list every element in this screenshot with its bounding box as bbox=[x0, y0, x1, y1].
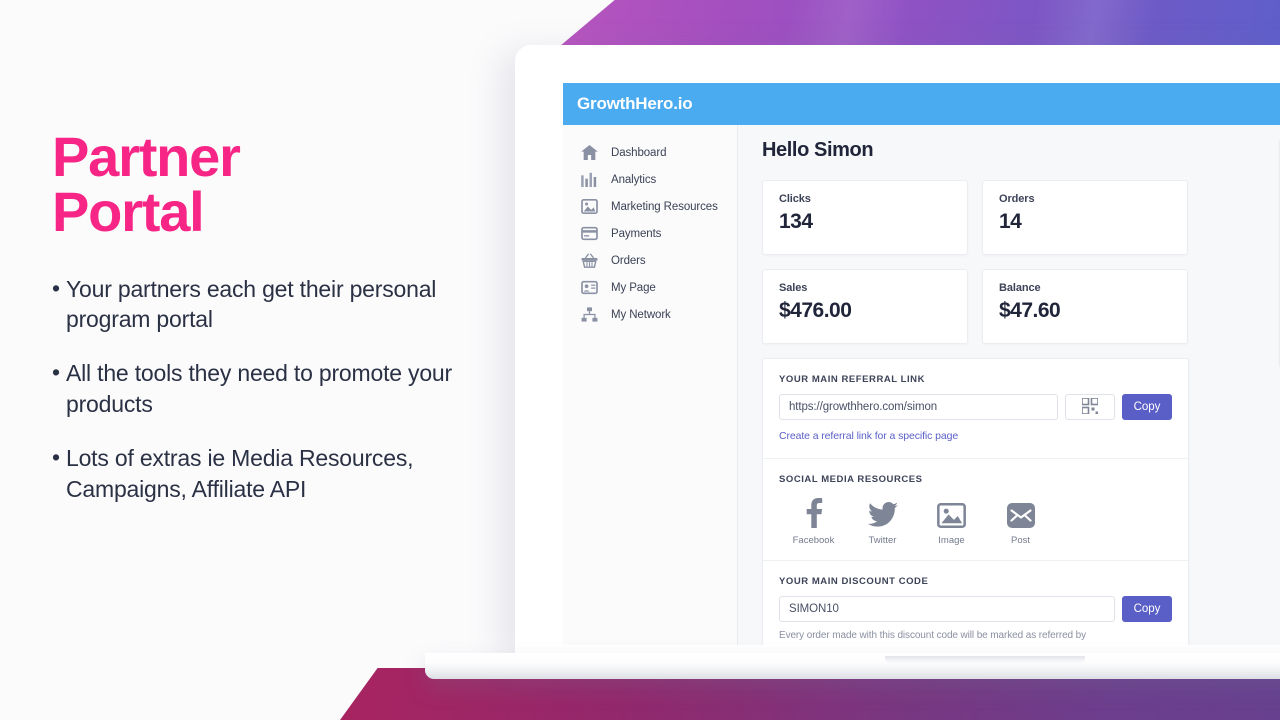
page-title-line2: Portal bbox=[52, 180, 204, 243]
social-item-post[interactable]: Post bbox=[986, 494, 1055, 546]
stat-value: 14 bbox=[999, 210, 1187, 234]
greeting-heading: Hello Simon bbox=[762, 139, 1265, 162]
list-item: Your partners each get their personal pr… bbox=[52, 274, 492, 335]
sidebar: Dashboard Analytics Marketing Resources bbox=[563, 125, 738, 645]
social-media-section: SOCIAL MEDIA RESOURCES Facebook bbox=[763, 459, 1188, 561]
credit-card-icon bbox=[578, 225, 600, 243]
social-item-facebook[interactable]: Facebook bbox=[779, 494, 848, 546]
social-icon-row: Facebook Twitter bbox=[779, 494, 1172, 546]
create-specific-page-link[interactable]: Create a referral link for a specific pa… bbox=[779, 430, 958, 442]
marketing-copy: Partner Portal Your partners each get th… bbox=[52, 130, 492, 528]
referral-link-input[interactable] bbox=[779, 394, 1058, 420]
sidebar-item-label: Orders bbox=[611, 255, 646, 267]
stat-value: $47.60 bbox=[999, 299, 1187, 323]
stat-label: Clicks bbox=[779, 193, 967, 205]
section-title: YOUR MAIN REFERRAL LINK bbox=[779, 374, 1172, 385]
stat-card-clicks: Clicks 134 bbox=[762, 180, 968, 255]
section-title: SOCIAL MEDIA RESOURCES bbox=[779, 474, 1172, 485]
bar-chart-icon bbox=[578, 171, 600, 189]
list-item: All the tools they need to promote your … bbox=[52, 358, 492, 419]
social-item-label: Image bbox=[917, 535, 986, 546]
sidebar-item-label: My Network bbox=[611, 309, 671, 321]
top-gradient-sheen bbox=[560, 0, 1280, 46]
stat-value: $476.00 bbox=[779, 299, 967, 323]
sidebar-item-analytics[interactable]: Analytics bbox=[563, 166, 737, 193]
stat-label: Orders bbox=[999, 193, 1187, 205]
stat-card-balance: Balance $47.60 bbox=[982, 269, 1188, 344]
social-item-label: Facebook bbox=[779, 535, 848, 546]
stat-card-sales: Sales $476.00 bbox=[762, 269, 968, 344]
social-item-label: Post bbox=[986, 535, 1055, 546]
laptop-base bbox=[425, 653, 1280, 679]
stat-card-orders: Orders 14 bbox=[982, 180, 1188, 255]
social-item-label: Twitter bbox=[848, 535, 917, 546]
id-card-icon bbox=[578, 279, 600, 297]
sidebar-item-my-page[interactable]: My Page bbox=[563, 274, 737, 301]
sidebar-item-orders[interactable]: Orders bbox=[563, 247, 737, 274]
page-title-line1: Partner bbox=[52, 125, 240, 188]
sidebar-item-label: My Page bbox=[611, 282, 656, 294]
sidebar-item-label: Dashboard bbox=[611, 147, 666, 159]
referral-link-section: YOUR MAIN REFERRAL LINK bbox=[763, 359, 1188, 459]
copy-referral-link-button[interactable]: Copy bbox=[1122, 394, 1172, 420]
stats-card-grid: Clicks 134 Orders 14 Sales $476.00 Balan… bbox=[762, 180, 1189, 344]
info-sidebar: WELCOME! This is your main referral link… bbox=[1265, 125, 1280, 645]
sidebar-item-label: Marketing Resources bbox=[611, 201, 718, 213]
qr-code-button[interactable] bbox=[1065, 394, 1115, 420]
home-icon bbox=[578, 144, 600, 162]
page-title: Partner Portal bbox=[52, 130, 492, 240]
sidebar-item-label: Payments bbox=[611, 228, 661, 240]
discount-code-input[interactable] bbox=[779, 596, 1115, 622]
twitter-icon bbox=[848, 494, 917, 528]
resources-panel: YOUR MAIN REFERRAL LINK bbox=[762, 358, 1189, 645]
sidebar-item-dashboard[interactable]: Dashboard bbox=[563, 139, 737, 166]
basket-icon bbox=[578, 252, 600, 270]
laptop-notch bbox=[885, 656, 1085, 663]
image-icon bbox=[578, 198, 600, 216]
stat-label: Sales bbox=[779, 282, 967, 294]
referral-link-row: Copy bbox=[779, 394, 1172, 420]
sidebar-item-marketing-resources[interactable]: Marketing Resources bbox=[563, 193, 737, 220]
stat-label: Balance bbox=[999, 282, 1187, 294]
discount-code-note: Every order made with this discount code… bbox=[779, 630, 1172, 641]
top-gradient-band bbox=[560, 0, 1280, 46]
social-item-image[interactable]: Image bbox=[917, 494, 986, 546]
stat-value: 134 bbox=[779, 210, 967, 234]
section-title: YOUR MAIN DISCOUNT CODE bbox=[779, 576, 1172, 587]
app-body: Dashboard Analytics Marketing Resources bbox=[563, 125, 1280, 645]
qr-code-icon bbox=[1082, 398, 1098, 417]
main-content: Hello Simon Clicks 134 Orders 14 Sales $… bbox=[738, 125, 1265, 645]
feature-bullet-list: Your partners each get their personal pr… bbox=[52, 274, 492, 504]
discount-code-section: YOUR MAIN DISCOUNT CODE Copy Every order… bbox=[763, 561, 1188, 645]
discount-code-row: Copy bbox=[779, 596, 1172, 622]
facebook-icon bbox=[779, 494, 848, 528]
sidebar-item-payments[interactable]: Payments bbox=[563, 220, 737, 247]
laptop-screen: GrowthHero.io Dashboard Analytics bbox=[515, 45, 1280, 657]
app-brand: GrowthHero.io bbox=[577, 94, 692, 114]
envelope-icon bbox=[986, 494, 1055, 528]
image-icon bbox=[917, 494, 986, 528]
copy-discount-code-button[interactable]: Copy bbox=[1122, 596, 1172, 622]
sidebar-item-label: Analytics bbox=[611, 174, 656, 186]
social-item-twitter[interactable]: Twitter bbox=[848, 494, 917, 546]
network-icon bbox=[578, 306, 600, 324]
sidebar-item-my-network[interactable]: My Network bbox=[563, 301, 737, 328]
app-header: GrowthHero.io bbox=[563, 83, 1280, 125]
list-item: Lots of extras ie Media Resources, Campa… bbox=[52, 443, 492, 504]
